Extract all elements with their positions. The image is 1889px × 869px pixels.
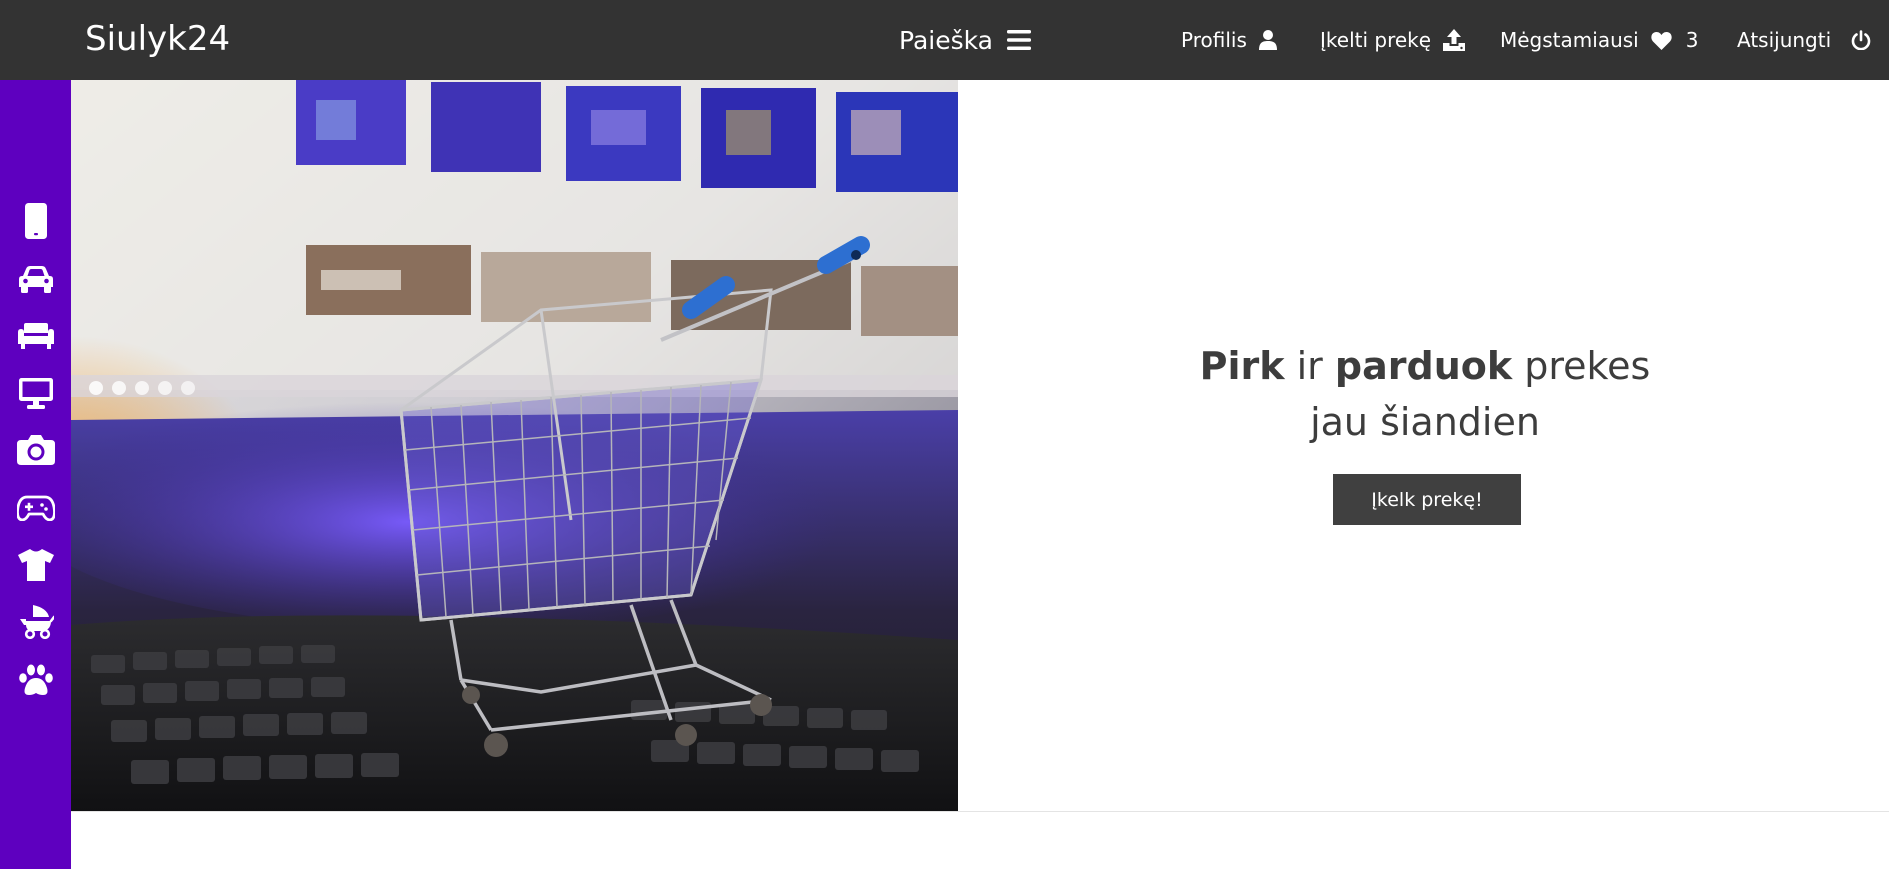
tshirt-icon (18, 549, 54, 581)
nav-logout-label: Atsijungti (1737, 28, 1832, 52)
hero-word-and: ir (1296, 344, 1323, 388)
desktop-monitor-icon (19, 377, 53, 409)
nav-profile-link[interactable]: Profilis (1181, 22, 1277, 58)
hero-word-items: prekes (1524, 344, 1651, 388)
category-photo[interactable] (14, 428, 58, 472)
mobile-phone-icon (25, 203, 47, 239)
search-menu-toggle[interactable]: Paieška (899, 22, 1031, 58)
hero-image-shopping-cart (71, 80, 958, 811)
nav-upload-link[interactable]: Įkelti prekę (1320, 22, 1466, 58)
hero-divider (71, 811, 1889, 812)
upload-item-cta-button[interactable]: Įkelk prekę! (1333, 474, 1521, 525)
heart-icon (1651, 31, 1672, 50)
category-pets[interactable] (14, 658, 58, 702)
category-electronics[interactable] (14, 371, 58, 415)
hero-headline-line-2: jau šiandien (1310, 400, 1540, 444)
category-phones[interactable] (14, 199, 58, 243)
hero-word-sell: parduok (1334, 344, 1513, 388)
user-icon (1258, 30, 1277, 50)
category-kids[interactable] (14, 600, 58, 644)
nav-favorites-link[interactable]: Mėgstamiausi 3 (1500, 22, 1698, 58)
hero-headline: Pirk ir parduok prekes jau šiandien (1090, 338, 1760, 450)
upload-icon (1443, 29, 1466, 51)
category-clothing[interactable] (14, 543, 58, 587)
category-games[interactable] (14, 486, 58, 530)
hamburger-menu-icon (1006, 30, 1031, 50)
top-navbar: Siulyk24 Paieška Profilis Įkelti prekę M… (0, 0, 1889, 80)
brand-logo[interactable]: Siulyk24 (85, 18, 230, 60)
nav-upload-label: Įkelti prekę (1320, 28, 1432, 52)
nav-logout-link[interactable]: Atsijungti (1737, 22, 1871, 58)
search-label: Paieška (899, 25, 993, 55)
category-furniture[interactable] (14, 314, 58, 358)
category-cars[interactable] (14, 257, 58, 301)
paw-icon (19, 664, 53, 695)
nav-favorites-label: Mėgstamiausi (1500, 28, 1639, 52)
nav-profile-label: Profilis (1181, 28, 1247, 52)
favorites-count-badge: 3 (1685, 28, 1699, 52)
car-icon (19, 266, 53, 293)
gamepad-icon (17, 495, 55, 521)
power-icon (1851, 30, 1871, 50)
hero-headline-line-1: Pirk ir parduok prekes (1090, 338, 1760, 394)
baby-carriage-icon (20, 605, 54, 639)
hero-word-buy: Pirk (1199, 344, 1285, 388)
camera-icon (17, 435, 55, 465)
couch-icon (18, 323, 54, 349)
category-sidebar (0, 80, 71, 869)
